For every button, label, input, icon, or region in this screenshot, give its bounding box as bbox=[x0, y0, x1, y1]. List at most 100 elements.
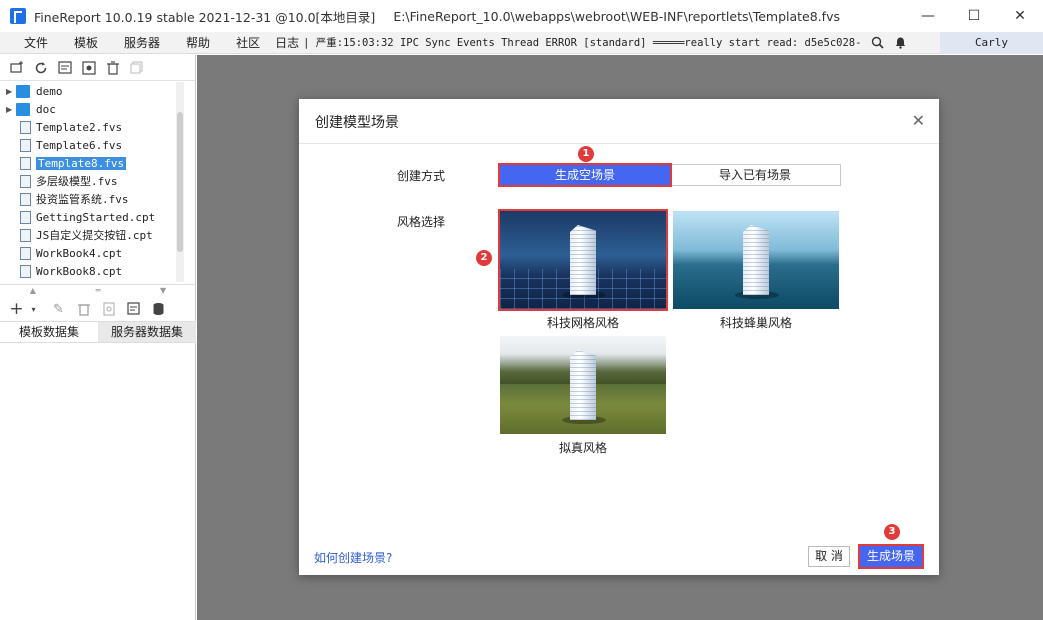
cpt-file-icon bbox=[20, 246, 31, 260]
tree-item-file[interactable]: 投资监管系统.fvs bbox=[0, 190, 186, 208]
delete-icon[interactable] bbox=[75, 301, 92, 318]
left-panel: ▶ demo ▶ doc Template2.fvs Template6.fvs… bbox=[0, 55, 196, 620]
dropdown-arrow-icon[interactable]: ▾ bbox=[25, 301, 42, 318]
tree-item-file[interactable]: WorkBook4.cpt bbox=[0, 244, 186, 262]
dataset-tabs: 模板数据集 服务器数据集 bbox=[0, 321, 196, 343]
search-icon[interactable] bbox=[871, 36, 884, 49]
step-badge-2: 2 bbox=[476, 250, 492, 266]
tree-item-file[interactable]: WorkBook8.cpt bbox=[0, 262, 186, 280]
menu-template[interactable]: 模板 bbox=[61, 34, 111, 51]
tree-item-label: doc bbox=[36, 102, 56, 116]
preview-icon[interactable] bbox=[100, 301, 117, 318]
fvs-file-icon bbox=[20, 138, 31, 152]
template-info-icon[interactable] bbox=[56, 59, 73, 76]
tree-item-file[interactable]: 多层级模型.fvs bbox=[0, 172, 186, 190]
fvs-file-icon bbox=[20, 120, 31, 134]
fvs-file-icon bbox=[20, 174, 31, 188]
creation-method-toggle: 生成空场景 导入已有场景 bbox=[498, 163, 841, 187]
trash-icon[interactable] bbox=[104, 59, 121, 76]
menu-log[interactable]: 日志 bbox=[273, 34, 303, 51]
menu-server[interactable]: 服务器 bbox=[111, 34, 173, 51]
creation-method-label: 创建方式 bbox=[397, 169, 446, 183]
tree-item-file-selected[interactable]: Template8.fvs bbox=[0, 154, 186, 172]
realistic-thumbnail[interactable] bbox=[500, 336, 666, 434]
tree-item-file[interactable]: GettingStarted.cpt bbox=[0, 208, 186, 226]
database-icon[interactable] bbox=[150, 301, 167, 318]
building-image bbox=[570, 225, 596, 295]
fvs-file-icon bbox=[20, 192, 31, 206]
tree-item-label: 多层级模型.fvs bbox=[36, 175, 118, 188]
scrollbar-thumb[interactable] bbox=[177, 112, 183, 252]
style-label: 科技蜂巢风格 bbox=[719, 316, 792, 330]
how-to-create-link[interactable]: 如何创建场景? bbox=[314, 549, 392, 566]
step-badge-3: 3 bbox=[884, 524, 900, 540]
title-bar: FineReport 10.0.19 stable 2021-12-31 @10… bbox=[0, 0, 1043, 32]
tree-item-label: GettingStarted.cpt bbox=[36, 210, 156, 224]
user-name[interactable]: Carly bbox=[940, 32, 1043, 54]
add-icon[interactable]: + bbox=[8, 299, 25, 319]
expand-arrow-icon[interactable]: ▶ bbox=[6, 105, 16, 114]
dialog-title: 创建模型场景 bbox=[315, 115, 399, 131]
style-card-tech-grid[interactable]: 科技网格风格 bbox=[498, 209, 668, 331]
window-controls: — ☐ ✕ bbox=[905, 0, 1043, 32]
log-message[interactable]: | 严重:15:03:32 IPC Sync Events Thread ERR… bbox=[303, 35, 863, 50]
tree-item-file[interactable]: JS自定义提交按钮.cpt bbox=[0, 226, 186, 244]
bell-icon[interactable] bbox=[894, 36, 907, 49]
style-selection-label: 风格选择 bbox=[397, 215, 446, 229]
cpt-file-icon bbox=[20, 210, 31, 224]
dataset-toolbar: + ▾ ✎ bbox=[0, 296, 196, 322]
tree-item-label: WorkBook8.cpt bbox=[36, 264, 123, 278]
style-label: 科技网格风格 bbox=[546, 316, 619, 330]
file-path: E:\FineReport_10.0\webapps\webroot\WEB-I… bbox=[393, 8, 840, 24]
collapse-up-icon[interactable]: ▲ bbox=[30, 286, 36, 295]
menu-bar: 文件 模板 服务器 帮助 社区 日志 | 严重:15:03:32 IPC Syn… bbox=[0, 32, 1043, 54]
panel-splitter[interactable]: ▲ ═ ▼ bbox=[0, 284, 196, 296]
tree-item-label: Template6.fvs bbox=[36, 138, 123, 152]
template-tree: ▶ demo ▶ doc Template2.fvs Template6.fvs… bbox=[0, 82, 186, 282]
template-toolbar bbox=[0, 55, 195, 81]
maximize-button[interactable]: ☐ bbox=[951, 0, 997, 32]
tree-item-folder[interactable]: ▶ doc bbox=[0, 100, 186, 118]
expand-arrow-icon[interactable]: ▶ bbox=[6, 87, 16, 96]
tree-item-label: Template2.fvs bbox=[36, 120, 123, 134]
app-title: FineReport 10.0.19 stable 2021-12-31 @10… bbox=[34, 9, 376, 25]
dialog-divider bbox=[299, 143, 939, 144]
building-image bbox=[743, 225, 769, 295]
new-folder-icon[interactable] bbox=[8, 59, 25, 76]
tech-grid-thumbnail[interactable] bbox=[498, 209, 668, 311]
folder-icon bbox=[16, 102, 30, 116]
dataset-edit-icon[interactable] bbox=[125, 301, 142, 318]
menu-file[interactable]: 文件 bbox=[0, 34, 61, 51]
cpt-file-icon bbox=[20, 228, 31, 242]
tree-scrollbar[interactable] bbox=[176, 82, 184, 282]
import-scene-option[interactable]: 导入已有场景 bbox=[670, 165, 840, 185]
collapse-down-icon[interactable]: ▼ bbox=[160, 286, 166, 295]
style-card-tech-honeycomb[interactable]: 科技蜂巢风格 bbox=[673, 211, 839, 331]
folder-icon bbox=[16, 84, 30, 98]
building-image bbox=[570, 350, 596, 420]
tree-item-file[interactable]: Template6.fvs bbox=[0, 136, 186, 154]
empty-scene-option[interactable]: 生成空场景 bbox=[498, 163, 672, 187]
fvs-file-icon bbox=[20, 156, 31, 170]
style-card-realistic[interactable]: 拟真风格 bbox=[500, 336, 666, 456]
cancel-button[interactable]: 取 消 bbox=[808, 546, 850, 567]
tab-template-dataset[interactable]: 模板数据集 bbox=[0, 322, 98, 342]
close-window-button[interactable]: ✕ bbox=[997, 0, 1043, 32]
dialog-close-icon[interactable]: ✕ bbox=[912, 111, 925, 130]
style-label: 拟真风格 bbox=[558, 441, 607, 455]
drag-handle-icon[interactable]: ═ bbox=[96, 286, 101, 295]
edit-icon[interactable]: ✎ bbox=[50, 301, 67, 318]
tab-server-dataset[interactable]: 服务器数据集 bbox=[98, 322, 196, 342]
refresh-icon[interactable] bbox=[32, 59, 49, 76]
copy-icon[interactable] bbox=[128, 59, 145, 76]
settings-icon[interactable] bbox=[80, 59, 97, 76]
create-scene-button[interactable]: 生成场景 bbox=[858, 544, 924, 569]
menu-community[interactable]: 社区 bbox=[223, 34, 273, 51]
minimize-button[interactable]: — bbox=[905, 0, 951, 32]
cpt-file-icon bbox=[20, 264, 31, 278]
menu-help[interactable]: 帮助 bbox=[173, 34, 223, 51]
tree-item-file[interactable]: Template2.fvs bbox=[0, 118, 186, 136]
tech-honeycomb-thumbnail[interactable] bbox=[673, 211, 839, 309]
create-scene-dialog: 创建模型场景 ✕ 创建方式 1 生成空场景 导入已有场景 风格选择 2 科技网格… bbox=[299, 99, 939, 575]
tree-item-folder[interactable]: ▶ demo bbox=[0, 82, 186, 100]
